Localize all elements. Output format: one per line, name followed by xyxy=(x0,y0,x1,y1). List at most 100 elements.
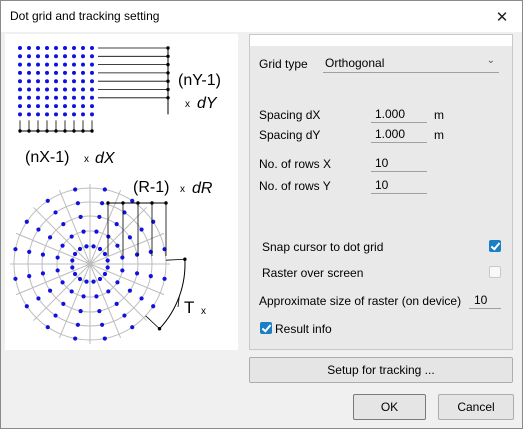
setup-tracking-button[interactable]: Setup for tracking ... xyxy=(249,357,513,383)
grid-dot xyxy=(90,95,94,100)
polar-dot xyxy=(115,280,120,285)
nx-label: (nX-1) xyxy=(25,149,69,166)
spacing-dx-value: 1.000 xyxy=(375,107,406,121)
polar-dot xyxy=(102,336,107,341)
polar-dot xyxy=(122,313,127,318)
polar-dot xyxy=(102,251,108,257)
spacing-dy-input[interactable]: 1.000 xyxy=(371,126,427,143)
rows-y-input[interactable]: 10 xyxy=(371,177,427,194)
grid-dot xyxy=(45,54,49,59)
grid-dot xyxy=(18,54,22,59)
grid-dot xyxy=(81,104,85,109)
grid-dot xyxy=(36,104,40,109)
grid-dot xyxy=(81,46,85,50)
ok-button[interactable]: OK xyxy=(353,394,426,420)
polar-dot xyxy=(47,288,53,293)
dim-marker-x xyxy=(18,129,22,133)
grid-dot xyxy=(45,95,49,100)
grid-dot xyxy=(72,54,76,59)
dim-marker-y xyxy=(166,62,170,67)
grid-dot xyxy=(45,46,49,50)
chevron-down-icon: ⌄ xyxy=(486,55,495,66)
r-label: (R-1) xyxy=(133,179,169,196)
dialog: Dot grid and tracking setting ✕ (nY-1) x… xyxy=(0,0,523,429)
polar-dot xyxy=(130,198,135,203)
grid-diagram: (nY-1) x dY (nX-1) x dX (R-1) x dR T x xyxy=(10,46,221,344)
grid-dot xyxy=(27,46,31,50)
dim-marker-r xyxy=(136,201,140,205)
polar-dot xyxy=(114,221,119,227)
grid-dot xyxy=(72,79,76,84)
grid-dot xyxy=(63,46,67,50)
polar-dot xyxy=(47,235,53,240)
snap-checkbox[interactable] xyxy=(489,240,501,252)
grid-dot xyxy=(72,70,76,75)
polar-dot xyxy=(27,273,32,279)
window-title: Dot grid and tracking setting xyxy=(10,9,160,23)
close-icon[interactable]: ✕ xyxy=(482,1,522,32)
raster-checkbox[interactable] xyxy=(489,266,501,278)
grid-dot xyxy=(18,70,22,75)
polar-dot xyxy=(77,246,83,252)
polar-dot xyxy=(78,308,83,314)
polar-dot xyxy=(69,234,74,239)
grid-dot xyxy=(90,70,94,75)
grid-dot xyxy=(45,112,49,117)
polar-dot xyxy=(77,276,83,282)
grid-dot xyxy=(81,95,85,100)
grid-dot xyxy=(72,95,76,100)
polar-dot xyxy=(84,279,89,284)
polar-dot xyxy=(94,229,99,234)
polar-dot xyxy=(151,304,156,309)
title-bar: Dot grid and tracking setting ✕ xyxy=(1,1,522,32)
result-info-checkbox[interactable] xyxy=(260,322,272,334)
grid-dot xyxy=(81,112,85,117)
grid-dot xyxy=(27,54,31,59)
grid-type-value: Orthogonal xyxy=(325,56,385,70)
polar-dot xyxy=(102,187,107,192)
dim-marker-r xyxy=(150,201,154,205)
polar-dot xyxy=(36,227,41,232)
grid-dot xyxy=(18,112,22,117)
grid-dot xyxy=(54,104,58,109)
settings-panel: Grid type Orthogonal ⌄ Spacing dX 1.000 … xyxy=(249,34,513,350)
grid-dot xyxy=(45,70,49,75)
polar-dot xyxy=(134,271,140,276)
grid-dot xyxy=(54,112,58,117)
polar-dot xyxy=(97,246,103,252)
grid-dot xyxy=(36,46,40,50)
grid-dot xyxy=(72,104,76,109)
grid-dot xyxy=(63,62,67,67)
grid-dot xyxy=(27,87,31,92)
polar-dot xyxy=(114,301,119,307)
polar-dot xyxy=(130,325,135,330)
rows-y-value: 10 xyxy=(375,178,389,192)
dr-label-var: dR xyxy=(192,180,213,197)
rows-x-input[interactable]: 10 xyxy=(371,155,427,172)
grid-dot xyxy=(63,87,67,92)
polar-dot xyxy=(36,296,41,301)
grid-dot xyxy=(72,46,76,50)
polar-dot xyxy=(27,249,32,255)
dim-marker-t xyxy=(183,257,187,261)
grid-dot xyxy=(90,87,94,92)
polar-dot xyxy=(72,251,78,257)
grid-dot xyxy=(36,112,40,117)
spacing-dx-input[interactable]: 1.000 xyxy=(371,106,427,123)
grid-dot xyxy=(90,104,94,109)
dim-marker-y xyxy=(166,79,170,83)
grid-type-select[interactable]: Orthogonal ⌄ xyxy=(323,55,499,73)
ny-label: (nY-1) xyxy=(178,72,221,89)
dim-marker-t xyxy=(157,327,162,331)
dim-marker-y xyxy=(166,54,170,58)
orthogonal-grid xyxy=(18,46,170,133)
polar-dot xyxy=(60,243,65,248)
dim-marker-r xyxy=(106,201,110,205)
polar-dot xyxy=(91,244,96,249)
polar-dot xyxy=(60,280,65,285)
dx-label-var: dX xyxy=(95,150,116,167)
cancel-button[interactable]: Cancel xyxy=(438,394,514,420)
grid-dot xyxy=(72,87,76,92)
grid-dot xyxy=(72,112,76,117)
approx-input[interactable]: 10 xyxy=(469,292,501,309)
